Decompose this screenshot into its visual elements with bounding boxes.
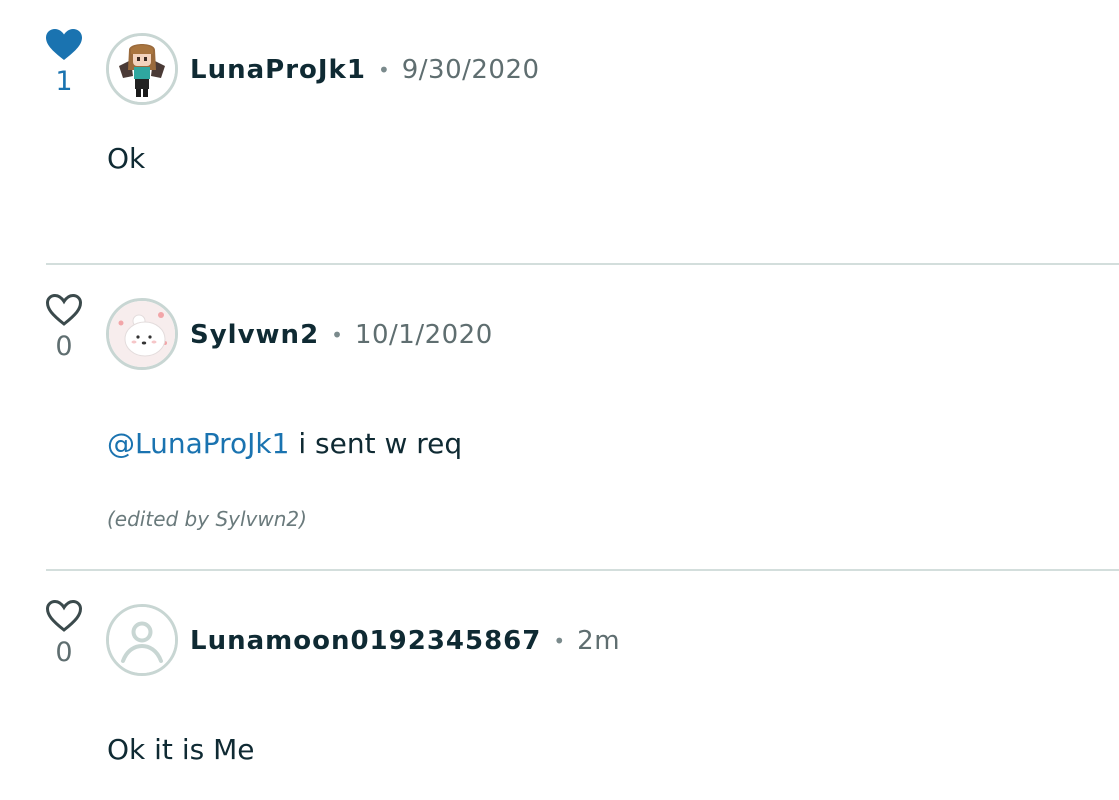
comment: 1 LunaProJk1 • 9/30/2020 Ok [0, 0, 1119, 264]
comment-text: Ok it is Me [107, 733, 254, 766]
comment-meta: Lunamoon0192345867 • 2m [190, 621, 620, 661]
like-control: 0 [40, 293, 88, 363]
separator-dot: • [331, 323, 343, 347]
like-count: 0 [55, 331, 73, 362]
polar-bear-avatar-icon [109, 301, 175, 367]
heart-filled-icon[interactable] [45, 28, 83, 62]
separator-dot: • [553, 629, 566, 653]
comment-thread: 1 LunaProJk1 • 9/30/2020 Ok 0 Sylvwn2 • … [0, 0, 1119, 800]
username[interactable]: Lunamoon0192345867 [190, 626, 541, 656]
like-control: 1 [40, 28, 88, 98]
like-control: 0 [40, 599, 88, 669]
default-user-avatar-icon [109, 607, 175, 673]
like-count: 1 [55, 66, 73, 97]
comment-body: Ok [107, 142, 146, 175]
comment: 0 Lunamoon0192345867 • 2m Ok it is Me [0, 571, 1119, 800]
comment-meta: LunaProJk1 • 9/30/2020 [190, 50, 540, 90]
edited-note: (edited by Sylvwn2) [107, 507, 307, 531]
avatar[interactable] [106, 298, 178, 370]
avatar[interactable] [106, 33, 178, 105]
pixel-character-avatar-icon [109, 36, 175, 102]
comment-body: Ok it is Me [107, 733, 255, 766]
timestamp: 2m [577, 626, 621, 656]
heart-outline-icon[interactable] [45, 599, 83, 633]
user-mention-link[interactable]: @LunaProJk1 [107, 427, 289, 460]
comment-meta: Sylvwn2 • 10/1/2020 [190, 315, 493, 355]
username[interactable]: LunaProJk1 [190, 55, 366, 85]
comment-text: Ok [107, 142, 145, 175]
username[interactable]: Sylvwn2 [190, 320, 319, 350]
avatar[interactable] [106, 604, 178, 676]
timestamp: 10/1/2020 [354, 320, 493, 350]
like-count: 0 [55, 637, 73, 668]
comment: 0 Sylvwn2 • 10/1/2020 @LunaProJk1 i sent… [0, 265, 1119, 570]
comment-text: @LunaProJk1 i sent w req [107, 427, 462, 460]
timestamp: 9/30/2020 [401, 55, 540, 85]
separator-dot: • [377, 58, 390, 82]
heart-outline-icon[interactable] [45, 293, 83, 327]
comment-body: i sent w req [289, 427, 463, 460]
